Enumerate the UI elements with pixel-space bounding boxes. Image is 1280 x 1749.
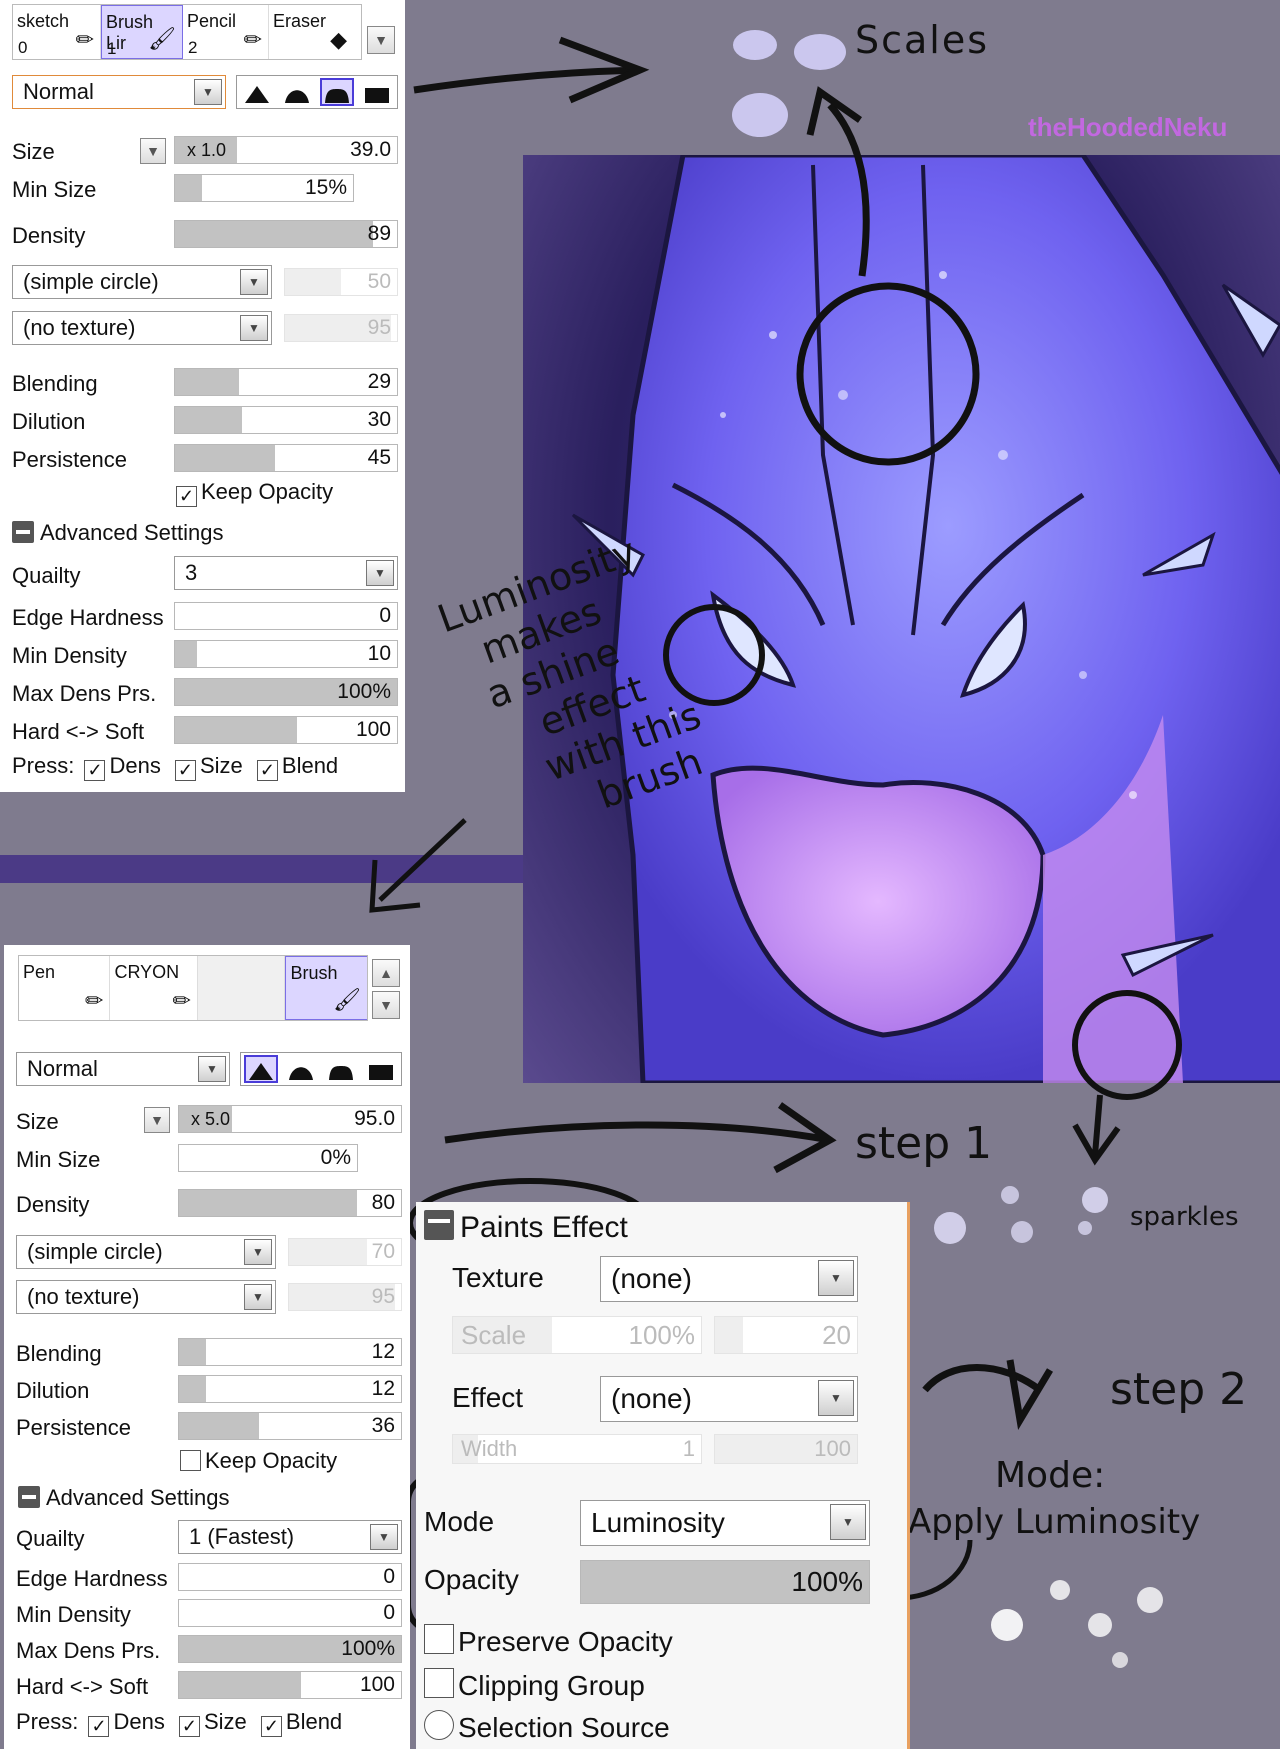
width-strength-slider: 100 xyxy=(714,1434,858,1464)
checkbox-empty-icon[interactable] xyxy=(424,1624,454,1654)
watermark: theHoodedNeku xyxy=(1028,112,1228,142)
dilution-label: Dilution xyxy=(16,1378,90,1403)
tool-pen[interactable]: Pen ✏ xyxy=(19,956,111,1020)
quality-select[interactable]: 1 (Fastest) ▼ xyxy=(178,1520,402,1554)
size-label: Size xyxy=(16,1109,59,1134)
blend-mode-select[interactable]: Normal ▼ xyxy=(16,1052,230,1086)
tool-brush[interactable]: Brush 🖌 xyxy=(285,956,367,1020)
persistence-slider[interactable]: 36 xyxy=(178,1412,402,1440)
texture-strength-slider: 95 xyxy=(288,1283,402,1311)
chevron-down-icon[interactable]: ▼ xyxy=(818,1260,854,1296)
clipping-group-checkbox[interactable]: Clipping Group xyxy=(424,1668,645,1703)
scales-note: Scales xyxy=(855,18,990,62)
scale-slider: Scale 100% xyxy=(452,1316,702,1354)
shape-flat-icon[interactable] xyxy=(326,1057,356,1081)
mode-label: Mode xyxy=(424,1506,495,1537)
max-dens-label: Max Dens Prs. xyxy=(16,1638,161,1663)
chevron-down-icon[interactable]: ▼ xyxy=(244,1284,272,1310)
shape-round-icon[interactable] xyxy=(286,1057,316,1081)
density-slider[interactable]: 80 xyxy=(178,1189,402,1217)
texture-label: Texture xyxy=(452,1262,544,1293)
collapse-icon[interactable] xyxy=(424,1210,454,1240)
scroll-up-button[interactable]: ▲ xyxy=(372,959,400,987)
radio-empty-icon[interactable] xyxy=(424,1710,454,1740)
pressure-options: Press: ✓ Dens ✓ Size ✓ Blend xyxy=(16,1709,343,1737)
min-density-slider[interactable]: 0 xyxy=(178,1599,402,1627)
chevron-down-icon[interactable]: ▼ xyxy=(830,1504,866,1540)
brush-shape-select[interactable]: (simple circle) ▼ xyxy=(16,1235,276,1269)
step1-note: step 1 xyxy=(855,1118,993,1169)
scale-strength-slider: 20 xyxy=(714,1316,858,1354)
checkmark-icon[interactable]: ✓ xyxy=(260,1716,282,1737)
shape-sharp-icon[interactable] xyxy=(244,1055,278,1083)
pencil-icon: ✏ xyxy=(85,988,104,1013)
edge-hardness-label: Edge Hardness xyxy=(16,1566,168,1591)
min-density-label: Min Density xyxy=(16,1602,131,1627)
mode-note-line2: Apply Luminosity xyxy=(908,1502,1201,1542)
chevron-down-icon[interactable]: ▼ xyxy=(370,1524,398,1550)
density-label: Density xyxy=(16,1192,90,1217)
paints-effect-header[interactable]: Paints Effect xyxy=(424,1210,628,1245)
blending-slider[interactable]: 12 xyxy=(178,1338,402,1366)
scroll-down-button[interactable]: ▼ xyxy=(372,991,400,1019)
size-dropdown-button[interactable]: ▼ xyxy=(144,1107,170,1133)
sparkles-note: sparkles xyxy=(1130,1202,1239,1232)
chevron-down-icon[interactable]: ▼ xyxy=(818,1380,854,1416)
edge-hardness-slider[interactable]: 0 xyxy=(178,1563,402,1591)
tool-cryon[interactable]: CRYON ✏ xyxy=(110,956,198,1020)
brush-shape-selector xyxy=(240,1052,402,1086)
hard-soft-label: Hard <-> Soft xyxy=(16,1674,149,1699)
opacity-label: Opacity xyxy=(424,1564,519,1595)
mode-note-line1: Mode: xyxy=(995,1455,1106,1496)
checkmark-icon[interactable]: ✓ xyxy=(178,1716,200,1737)
step2-note: step 2 xyxy=(1110,1364,1248,1415)
hard-soft-slider[interactable]: 100 xyxy=(178,1671,402,1699)
size-slider[interactable]: x 5.0 95.0 xyxy=(178,1105,402,1133)
checkmark-icon[interactable]: ✓ xyxy=(88,1716,110,1737)
brush-settings-panel-bottom: Pen ✏ CRYON ✏ Brush 🖌 ▲ ▼ Normal ▼ Size ▼ x … xyxy=(4,945,410,1749)
paints-effect-select[interactable]: (none) ▼ xyxy=(600,1376,858,1422)
min-size-slider[interactable]: 0% xyxy=(178,1144,358,1172)
checkbox-empty-icon[interactable] xyxy=(180,1450,201,1471)
chevron-down-icon[interactable]: ▼ xyxy=(244,1239,272,1265)
paints-effect-panel: Paints Effect Texture (none) ▼ Scale 100% … xyxy=(416,1202,910,1749)
brush-icon: 🖌 xyxy=(333,987,361,1012)
effect-label: Effect xyxy=(452,1382,524,1413)
selection-source-radio[interactable]: Selection Source xyxy=(424,1710,670,1745)
shape-strength-slider: 70 xyxy=(288,1238,402,1266)
mode-select[interactable]: Luminosity ▼ xyxy=(580,1500,870,1546)
pencil-icon: ✏ xyxy=(172,988,191,1013)
quality-label: Quailty xyxy=(16,1526,85,1551)
tool-palette: Pen ✏ CRYON ✏ Brush 🖌 xyxy=(18,955,368,1021)
dilution-slider[interactable]: 12 xyxy=(178,1375,402,1403)
advanced-settings-header[interactable]: Advanced Settings xyxy=(18,1485,229,1511)
min-size-label: Min Size xyxy=(16,1147,101,1172)
max-dens-slider[interactable]: 100% xyxy=(178,1635,402,1663)
keep-opacity-checkbox[interactable]: Keep Opacity xyxy=(180,1447,337,1475)
tool-empty-slot[interactable] xyxy=(197,956,286,1020)
texture-select[interactable]: (no texture) ▼ xyxy=(16,1280,276,1314)
paints-texture-select[interactable]: (none) ▼ xyxy=(600,1256,858,1302)
width-slider: Width 1 xyxy=(452,1434,702,1464)
persistence-label: Persistence xyxy=(16,1415,131,1440)
preserve-opacity-checkbox[interactable]: Preserve Opacity xyxy=(424,1624,673,1659)
checkbox-empty-icon[interactable] xyxy=(424,1668,454,1698)
blending-label: Blending xyxy=(16,1341,102,1366)
shape-square-icon[interactable] xyxy=(366,1057,396,1081)
collapse-icon[interactable] xyxy=(18,1486,40,1508)
chevron-down-icon[interactable]: ▼ xyxy=(198,1056,226,1082)
opacity-slider[interactable]: 100% xyxy=(580,1560,870,1604)
